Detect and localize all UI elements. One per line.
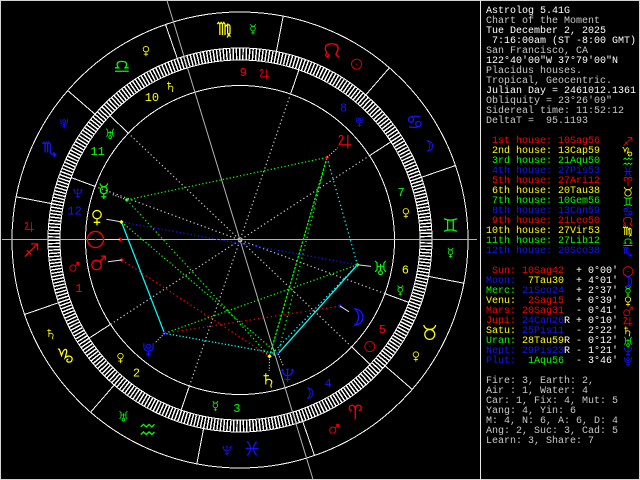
svg-text:12: 12 (67, 204, 81, 218)
svg-text:9: 9 (240, 66, 247, 80)
svg-text:11: 11 (90, 145, 104, 159)
svg-text:4: 4 (324, 377, 331, 391)
svg-text:7: 7 (397, 186, 404, 200)
svg-text:10: 10 (145, 91, 159, 105)
svg-text:2: 2 (133, 366, 140, 380)
svg-text:5: 5 (379, 323, 386, 337)
svg-text:3: 3 (233, 402, 240, 416)
svg-text:8: 8 (340, 102, 347, 116)
svg-text:1: 1 (75, 282, 82, 296)
svg-text:6: 6 (402, 264, 409, 278)
